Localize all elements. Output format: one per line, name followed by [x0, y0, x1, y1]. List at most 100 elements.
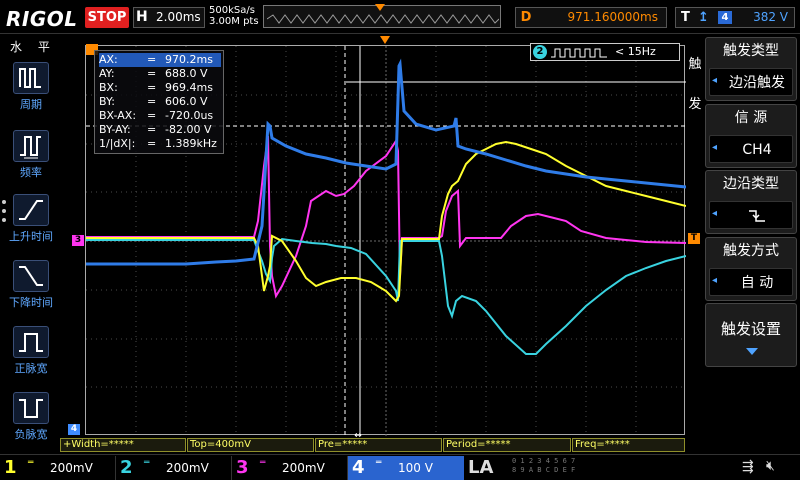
- channel-1-status[interactable]: 1 ═ 200mV: [0, 456, 116, 480]
- trigger-type-key[interactable]: 触发类型 ◂ 边沿触发: [705, 37, 797, 101]
- menu-label: 频率: [20, 166, 42, 179]
- menu-label: 正脉宽: [14, 362, 48, 375]
- left-menu-title: 水 平: [10, 40, 56, 54]
- ch4-offset-marker[interactable]: 4: [68, 424, 80, 435]
- trigger-source-badge: 4: [718, 11, 732, 24]
- side-title-char: 触: [688, 57, 702, 72]
- positive-width-icon: [13, 326, 49, 358]
- measurement-bar: +Width=***** Top=400mV Pre=***** Period=…: [60, 438, 685, 452]
- acquisition-info: 500kSa/s 3.00M pts: [209, 5, 259, 27]
- usb-icon: ⇶: [742, 459, 754, 475]
- brand-logo: RIGOL: [6, 7, 78, 31]
- delay-box[interactable]: D 971.160000ms: [515, 7, 667, 28]
- menu-label: 周期: [20, 98, 42, 111]
- trigger-mode-select[interactable]: ◂ 自 动: [709, 268, 793, 296]
- timebase-box[interactable]: H 2.00ms: [133, 7, 205, 28]
- channel-number: 4: [352, 457, 365, 478]
- trigger-level-marker[interactable]: T: [688, 233, 700, 244]
- cursor-value: 1.389kHz: [165, 137, 217, 150]
- run-stop-status[interactable]: STOP: [85, 7, 129, 28]
- timebase-value: 2.00ms: [156, 10, 201, 24]
- edge-type-select[interactable]: ◂: [709, 201, 793, 229]
- ch2-frequency-text: < 15Hz: [615, 45, 656, 58]
- memory-wave-icon: [267, 14, 499, 24]
- trigger-time-marker[interactable]: [380, 36, 390, 44]
- trigger-type-select[interactable]: ◂ 边沿触发: [709, 68, 793, 96]
- rise-time-icon: [13, 194, 49, 226]
- trigger-status-box[interactable]: T ↥ 4 382 V: [675, 7, 795, 28]
- delay-value: 971.160000ms: [567, 10, 658, 24]
- left-arrow-icon: ◂: [712, 75, 718, 86]
- cursor-eq: =: [147, 109, 157, 122]
- ch2-frequency-indicator: 2 < 15Hz: [530, 43, 680, 61]
- ch3-offset-marker[interactable]: 3: [72, 235, 84, 246]
- measure-item[interactable]: +Width=*****: [60, 438, 186, 452]
- oscilloscope-screen: RIGOL STOP H 2.00ms 500kSa/s 3.00M pts D…: [0, 0, 800, 480]
- trigger-type-value: 边沿触发: [729, 75, 785, 91]
- dc-coupling-icon: ═: [260, 458, 266, 468]
- chevron-down-icon: [746, 348, 758, 355]
- cursor-value: 606.0 V: [165, 95, 208, 108]
- trigger-mode-key[interactable]: 触发方式 ◂ 自 动: [705, 237, 797, 301]
- measure-fall-time-button[interactable]: 下降时间: [0, 254, 62, 316]
- ch2-badge: 2: [533, 45, 547, 59]
- trigger-source-value: CH4: [742, 142, 772, 158]
- cursor-value: 969.4ms: [165, 81, 213, 94]
- trigger-position-marker: [375, 4, 385, 11]
- trigger-settings-title: 触发设置: [720, 320, 781, 338]
- channel-status-bar: 1 ═ 200mV 2 ═ 200mV 3 ═ 200mV 4 ═ 100 V …: [0, 454, 800, 480]
- cursor-eq: =: [147, 53, 157, 66]
- channel-2-status[interactable]: 2 ═ 200mV: [116, 456, 232, 480]
- channel-scale: 100 V: [398, 461, 433, 475]
- negative-width-icon: [13, 392, 49, 424]
- menu-label: 下降时间: [9, 296, 53, 309]
- cursor-value: 970.2ms: [165, 53, 213, 66]
- logic-analyzer-label[interactable]: LA: [468, 456, 508, 480]
- channel-scale: 200mV: [282, 461, 325, 475]
- left-arrow-icon: ◂: [712, 208, 718, 219]
- left-arrow-icon: ◂: [712, 142, 718, 153]
- measure-item[interactable]: Period=*****: [443, 438, 571, 452]
- dc-coupling-icon: ═: [28, 458, 34, 468]
- square-wave-icon: [551, 48, 607, 58]
- measure-item[interactable]: Freq=*****: [572, 438, 685, 452]
- channel-number: 3: [236, 457, 249, 478]
- delay-label: D: [520, 10, 532, 25]
- measure-item[interactable]: Top=400mV: [187, 438, 314, 452]
- cursor-eq: =: [147, 81, 157, 94]
- rising-edge-icon: ↥: [698, 10, 709, 25]
- channel-4-status[interactable]: 4 ═ 100 V: [348, 456, 464, 480]
- cursor-eq: =: [147, 95, 157, 108]
- measure-rise-time-button[interactable]: 上升时间: [0, 188, 62, 250]
- memory-overview-bar[interactable]: [263, 4, 501, 28]
- cursor-eq: =: [147, 137, 157, 150]
- cursor-key: AX:: [99, 53, 118, 66]
- trigger-mode-title: 触发方式: [723, 243, 779, 259]
- right-menu-side-title: 触 发: [687, 45, 703, 125]
- cursor-eq: =: [147, 67, 157, 80]
- ch2-waveform: [86, 237, 686, 355]
- menu-label: 上升时间: [9, 230, 53, 243]
- cursor-key: BX-AX:: [99, 109, 137, 122]
- frequency-icon: [13, 130, 49, 162]
- trigger-source-select[interactable]: ◂ CH4: [709, 135, 793, 163]
- speaker-muted-icon[interactable]: 🔇︎: [766, 458, 775, 474]
- measure-negative-width-button[interactable]: 负脉宽: [0, 386, 62, 448]
- trigger-mode-value: 自 动: [740, 275, 774, 291]
- measure-positive-width-button[interactable]: 正脉宽: [0, 320, 62, 382]
- cursor-key: AY:: [99, 67, 115, 80]
- channel-number: 2: [120, 457, 133, 478]
- cursor-readout-table: AX: = 970.2ms AY: = 688.0 V BX: = 969.4m…: [94, 50, 224, 154]
- trigger-settings-key[interactable]: 触发设置: [705, 303, 797, 367]
- trigger-label: T: [681, 10, 690, 25]
- measure-period-button[interactable]: 周期: [0, 56, 62, 118]
- measure-item[interactable]: Pre=*****: [315, 438, 442, 452]
- side-title-char: 发: [688, 97, 702, 112]
- channel-3-status[interactable]: 3 ═ 200mV: [232, 456, 348, 480]
- edge-type-key[interactable]: 边沿类型 ◂: [705, 170, 797, 234]
- cursor-eq: =: [147, 123, 157, 136]
- channel-number: 1: [4, 457, 17, 478]
- trigger-source-key[interactable]: 信 源 ◂ CH4: [705, 104, 797, 168]
- measure-frequency-button[interactable]: 频率: [0, 124, 62, 186]
- trigger-type-title: 触发类型: [723, 43, 779, 59]
